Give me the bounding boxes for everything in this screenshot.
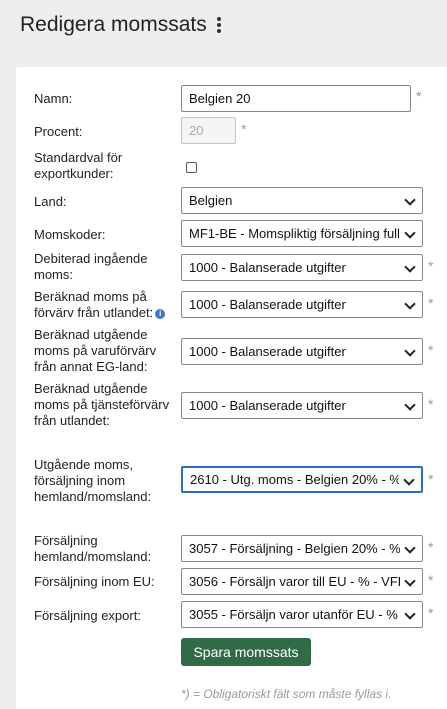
- namn-input[interactable]: Belgien 20: [181, 85, 411, 112]
- land-label: Land:: [34, 194, 67, 209]
- utgaende-select[interactable]: 2610 - Utg. moms - Belgien 20% - % -: [181, 466, 423, 493]
- namn-label: Namn:: [34, 91, 73, 106]
- forsaljning-export-select[interactable]: 3055 - Försäljn varor utanför EU - % -: [181, 601, 423, 628]
- required-mark: *: [241, 121, 247, 137]
- forsaljning-export-label: Försäljning export:: [34, 608, 141, 623]
- beraknad-utland-label: Beräknad moms på förvärv från utlandet: i: [34, 289, 184, 321]
- debiterad-select[interactable]: 1000 - Balanserade utgifter: [181, 254, 423, 281]
- page-header: Redigera momssats: [20, 10, 223, 40]
- save-button[interactable]: Spara momssats: [181, 638, 311, 666]
- forsaljning-hemland-label: Försäljning hemland/momsland:: [34, 533, 152, 564]
- beraknad-eg-label: Beräknad utgående moms på varuförvärv fr…: [34, 327, 157, 374]
- standardval-checkbox[interactable]: [186, 162, 197, 173]
- required-mark: *: [428, 572, 434, 588]
- required-mark: *: [428, 396, 434, 412]
- required-mark: *: [416, 88, 422, 104]
- required-footnote: *) = Obligatoriskt fält som måste fyllas…: [181, 687, 392, 701]
- land-select[interactable]: Belgien: [181, 187, 423, 214]
- momskoder-select[interactable]: MF1-BE - Momspliktig försäljning full: [181, 220, 423, 247]
- procent-label: Procent:: [34, 124, 83, 139]
- page-title: Redigera momssats: [20, 13, 207, 36]
- debiterad-label: Debiterad ingående moms:: [34, 251, 148, 282]
- required-mark: *: [428, 258, 434, 274]
- forsaljning-hemland-select[interactable]: 3057 - Försäljning - Belgien 20% - % -: [181, 535, 423, 562]
- beraknad-tjanst-label: Beräknad utgående moms på tjänsteförvärv…: [34, 381, 170, 428]
- required-mark: *: [428, 539, 434, 555]
- required-mark: *: [428, 295, 434, 311]
- required-mark: *: [428, 471, 434, 487]
- procent-input: 20: [181, 117, 236, 144]
- beraknad-utland-select[interactable]: 1000 - Balanserade utgifter: [181, 291, 423, 318]
- beraknad-eg-select[interactable]: 1000 - Balanserade utgifter: [181, 338, 423, 365]
- info-icon[interactable]: i: [155, 309, 166, 319]
- required-mark: *: [428, 342, 434, 358]
- momskoder-label: Momskoder:: [34, 227, 106, 242]
- more-options-icon[interactable]: [215, 15, 223, 35]
- forsaljning-eu-select[interactable]: 3056 - Försäljn varor till EU - % - VFEG: [181, 568, 423, 595]
- beraknad-tjanst-select[interactable]: 1000 - Balanserade utgifter: [181, 392, 423, 419]
- forsaljning-eu-label: Försäljning inom EU:: [34, 574, 155, 589]
- required-mark: *: [428, 605, 434, 621]
- utgaende-label: Utgående moms, försäljning inom hemland/…: [34, 457, 152, 504]
- standardval-label: Standardval för exportkunder:: [34, 150, 123, 181]
